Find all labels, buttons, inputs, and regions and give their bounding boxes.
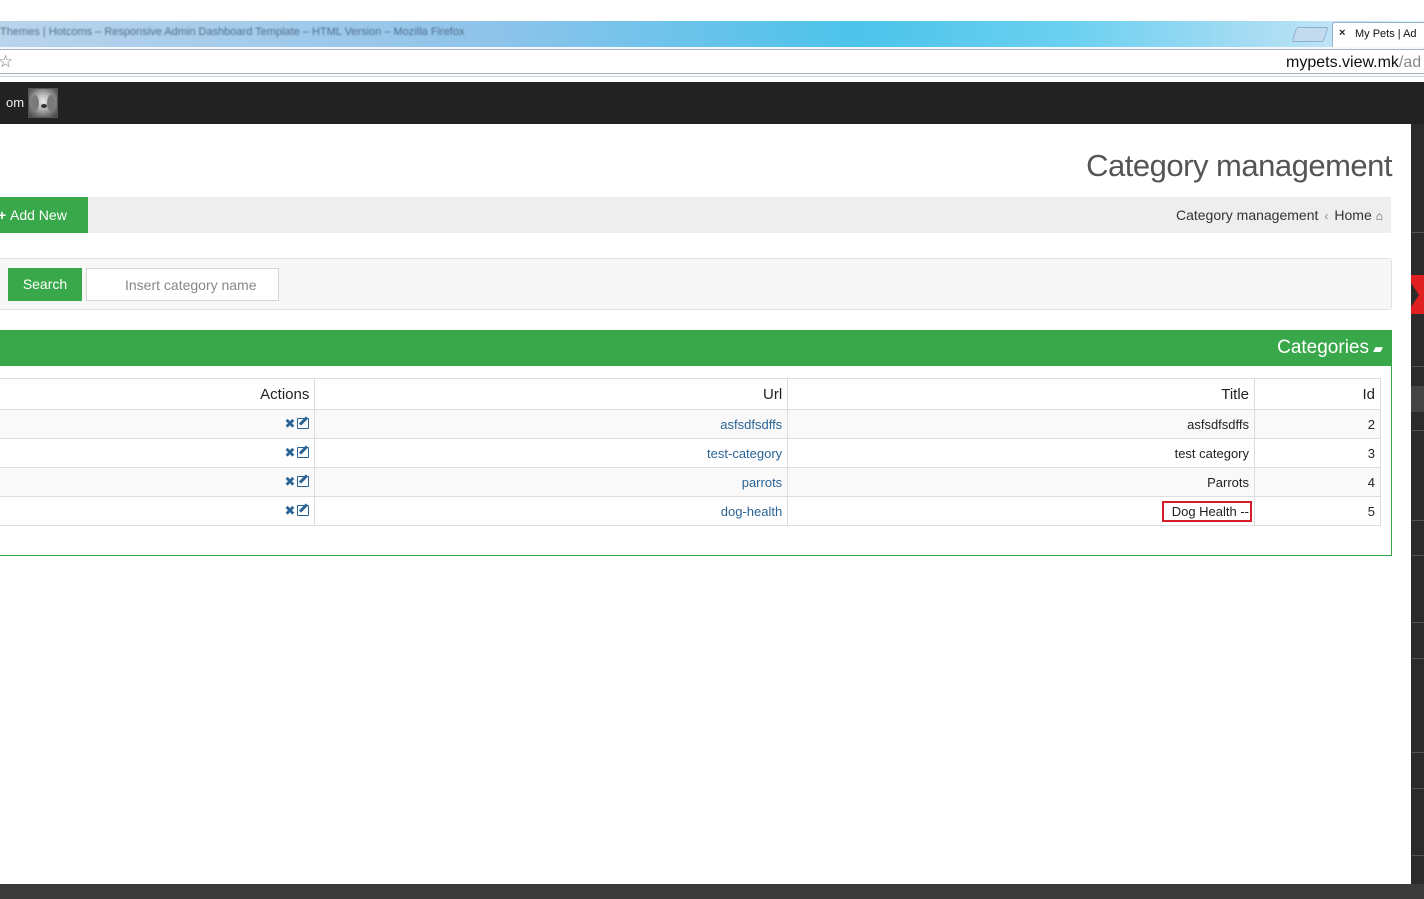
url-host: mypets.view.mk (1286, 54, 1399, 71)
breadcrumb: Category management ‹ Home ⌂ (1176, 207, 1383, 223)
url-field[interactable]: ☆ mypets.view.mk/ad (0, 49, 1424, 74)
browser-tab-active[interactable]: × My Pets | Ad (1332, 22, 1424, 47)
sidebar-divider (1412, 366, 1424, 367)
url-text[interactable]: mypets.view.mk/ad (1286, 54, 1421, 72)
sidebar-divider (1412, 658, 1424, 659)
url-cell: asfsdfsdffs (314, 409, 789, 439)
chevron-left-icon: ‹ (1324, 209, 1329, 223)
sidebar-divider (1412, 855, 1424, 856)
column-header-url: Url (314, 378, 789, 410)
url-cell: test-category (314, 438, 789, 468)
sidebar-divider (1412, 430, 1424, 431)
title-cell: test category (787, 438, 1256, 468)
category-search-input[interactable] (86, 268, 279, 301)
top-navbar: om (0, 82, 1424, 124)
tab-close-icon[interactable]: × (1339, 27, 1345, 39)
avatar-ear (31, 95, 39, 111)
breadcrumb-home-link[interactable]: Home (1334, 207, 1371, 223)
screen-top-strip (0, 0, 1424, 21)
edit-icon[interactable] (297, 418, 310, 429)
new-tab-button[interactable] (1291, 27, 1329, 42)
add-new-label: Add New (10, 207, 67, 223)
sidebar-scroll-thumb[interactable] (1411, 386, 1424, 412)
url-cell: parrots (314, 467, 789, 497)
actions-cell: ✖ (0, 496, 316, 526)
edit-icon[interactable] (297, 505, 310, 516)
table-header-row: Actions Url Title Id (0, 378, 1381, 410)
plus-icon: + (0, 207, 7, 223)
user-name[interactable]: om (6, 95, 24, 110)
delete-icon[interactable]: ✖ (284, 416, 295, 431)
id-cell: 4 (1254, 467, 1381, 497)
breadcrumb-bar: + Add New Category management ‹ Home ⌂ (0, 197, 1391, 233)
actions-cell: ✖ (0, 467, 316, 497)
avatar-ear (47, 95, 55, 111)
sidebar-divider (1412, 520, 1424, 521)
delete-icon[interactable]: ✖ (284, 474, 295, 489)
id-cell: 2 (1254, 409, 1381, 439)
browser-url-bar: ☆ mypets.view.mk/ad (0, 47, 1424, 77)
categories-table: Actions Url Title Id ✖ asfsdfsdffs asfsd… (0, 378, 1381, 526)
category-url-link[interactable]: parrots (742, 475, 782, 490)
avatar-nose (41, 104, 47, 108)
window-title: Themes | Hotcoms – Responsive Admin Dash… (0, 26, 465, 38)
title-cell: Dog Health -- (787, 496, 1256, 526)
table-row: ✖ test-category test category 3 (0, 438, 1381, 468)
tab-title: My Pets | Ad (1355, 28, 1417, 40)
id-cell: 3 (1254, 438, 1381, 468)
column-header-title: Title (787, 378, 1256, 410)
add-new-button[interactable]: + Add New (0, 197, 88, 233)
page-title: Category management (1086, 148, 1392, 183)
categories-panel: Categories ▰ Actions Url Title Id ✖ asfsd… (0, 330, 1392, 556)
sidebar-red-notch (1411, 283, 1419, 307)
table-row: ✖ parrots Parrots 4 (0, 467, 1381, 497)
search-button[interactable]: Search (8, 268, 82, 301)
categories-title: Categories ▰ (1277, 337, 1383, 359)
breadcrumb-current: Category management (1175, 207, 1319, 223)
id-cell: 5 (1254, 496, 1381, 526)
sidebar-divider (1412, 788, 1424, 789)
right-sidebar-edge (1411, 124, 1424, 884)
delete-icon[interactable]: ✖ (284, 445, 295, 460)
url-cell: dog-health (314, 496, 789, 526)
column-header-actions: Actions (0, 378, 316, 410)
category-url-link[interactable]: asfsdfsdffs (720, 417, 782, 432)
table-row: ✖ asfsdfsdffs asfsdfsdffs 2 (0, 409, 1381, 439)
main-content: Category management + Add New Category ma… (0, 124, 1411, 884)
dog-avatar-icon[interactable] (28, 88, 58, 118)
url-path: /ad (1398, 54, 1422, 71)
bookmark-star-icon[interactable]: ☆ (0, 51, 13, 73)
highlighted-title: Dog Health -- (1161, 500, 1253, 522)
title-cell: asfsdfsdffs (787, 409, 1256, 439)
title-cell: Parrots (787, 467, 1256, 497)
categories-panel-header: Categories ▰ (0, 331, 1391, 366)
actions-cell: ✖ (0, 409, 316, 439)
sidebar-divider (1412, 232, 1424, 233)
category-url-link[interactable]: dog-health (721, 504, 782, 519)
edit-icon[interactable] (297, 447, 310, 458)
folder-open-icon: ▰ (1373, 341, 1383, 356)
delete-icon[interactable]: ✖ (284, 503, 295, 518)
sidebar-divider (1412, 555, 1424, 556)
edit-icon[interactable] (297, 476, 310, 487)
categories-title-text: Categories (1277, 337, 1369, 358)
table-row: ✖ dog-health Dog Health -- 5 (0, 496, 1381, 526)
search-panel: Search (0, 258, 1392, 310)
window-bottom-bar (0, 884, 1424, 899)
browser-titlebar: Themes | Hotcoms – Responsive Admin Dash… (0, 21, 1424, 47)
sidebar-divider (1412, 752, 1424, 753)
actions-cell: ✖ (0, 438, 316, 468)
category-url-link[interactable]: test-category (707, 446, 782, 461)
column-header-id: Id (1254, 378, 1381, 410)
home-icon[interactable]: ⌂ (1376, 209, 1383, 223)
sidebar-divider (1412, 622, 1424, 623)
